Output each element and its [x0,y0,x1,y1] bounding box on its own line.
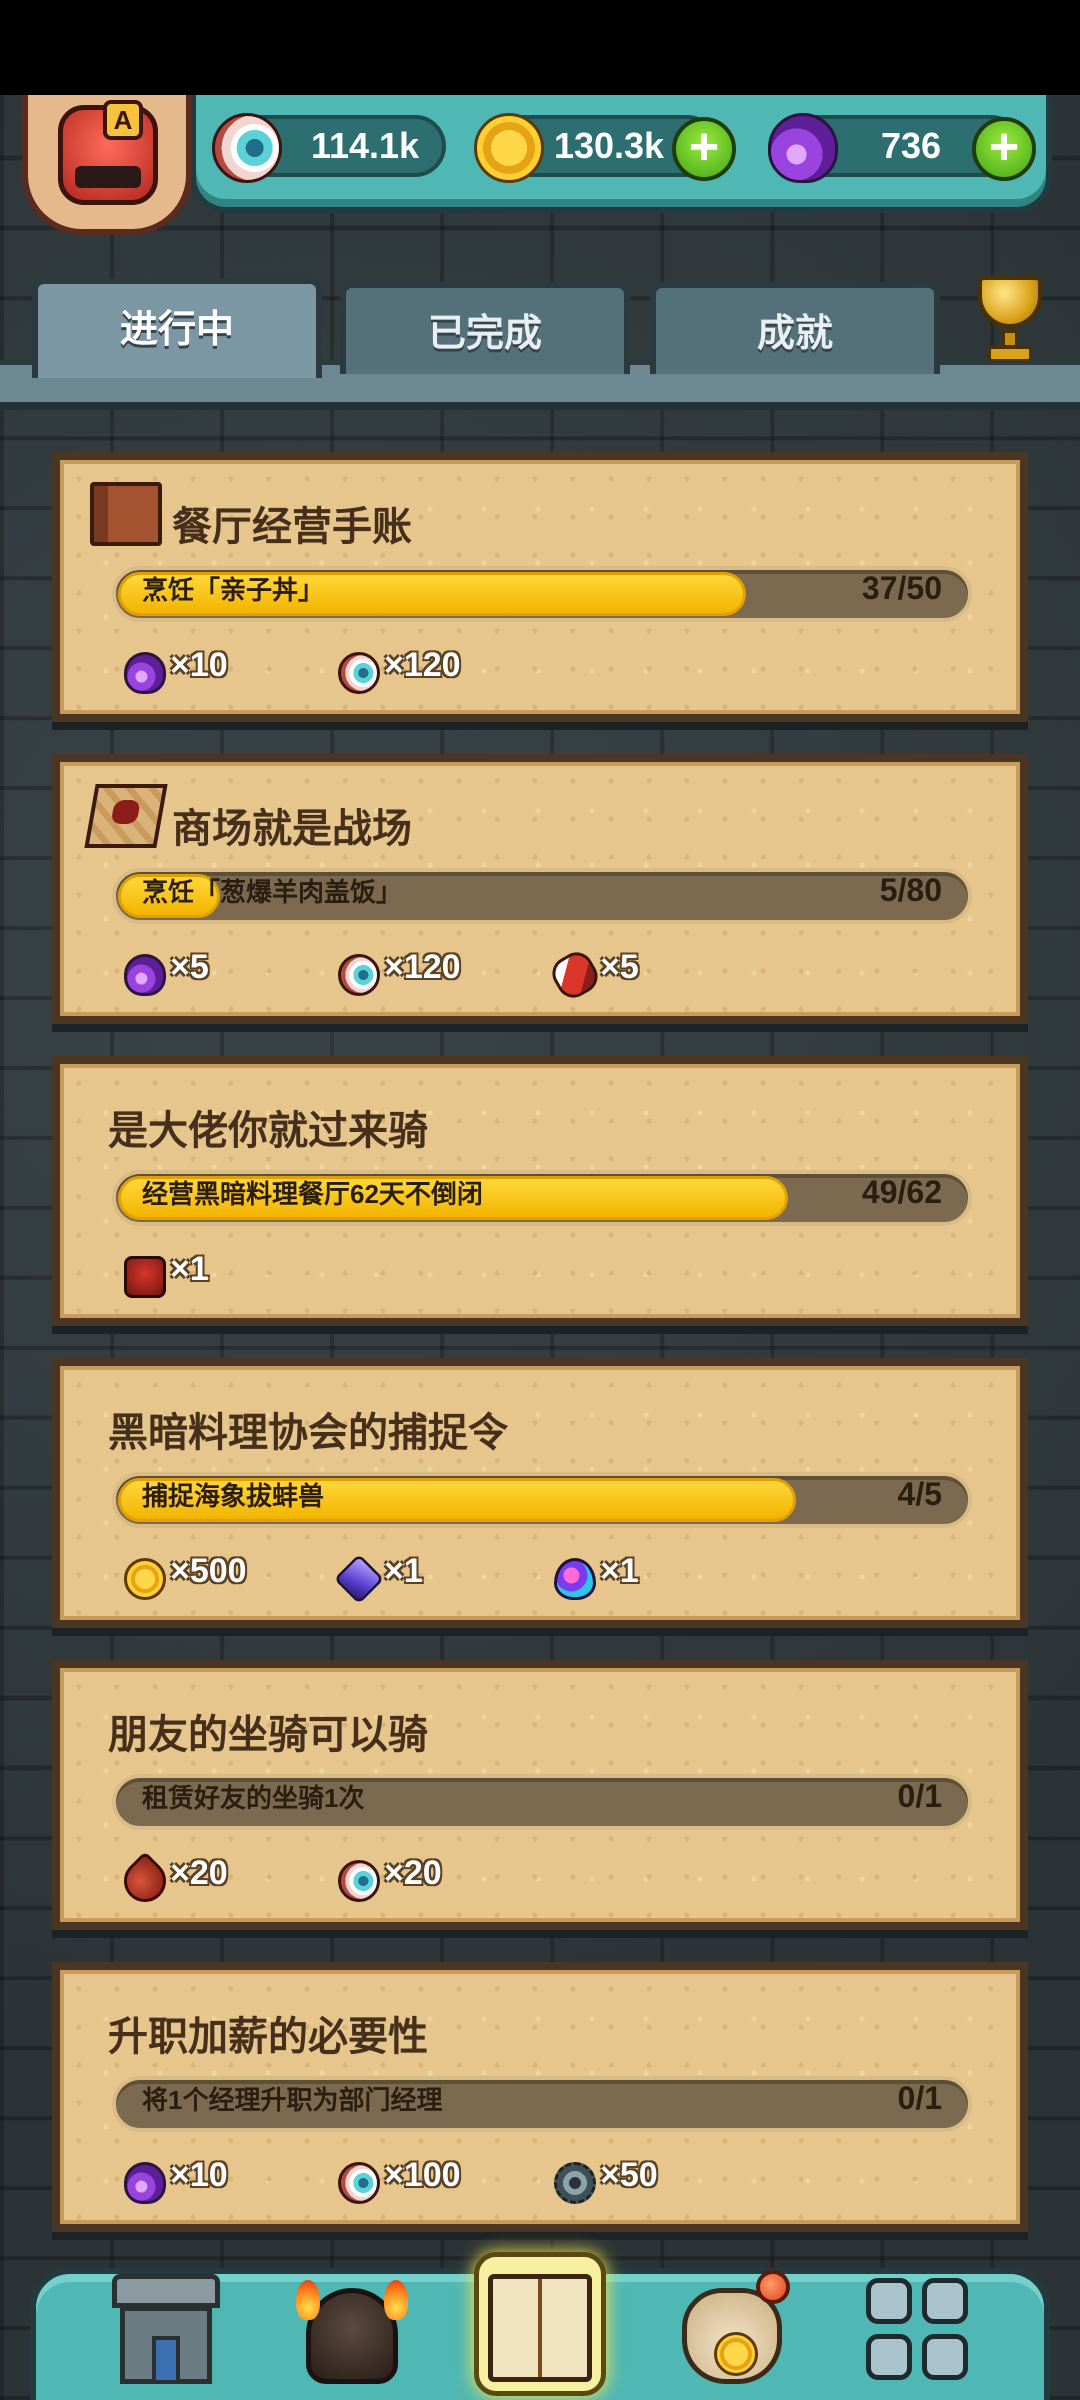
add-coins-button[interactable]: + [672,117,736,181]
quest-progress-bar: 烹饪「葱爆羊肉盖饭」 5/80 [112,868,972,924]
blood-drop-icon [115,1851,175,1911]
quest-rewards: ×10 ×120 [124,646,984,702]
add-potions-button[interactable]: + [972,117,1036,181]
money-bag-icon[interactable] [672,2262,792,2392]
eyeball-icon [338,954,380,996]
currency-header: 114.1k 130.3k + 736 + [190,95,1052,213]
eyeball-icon [338,1860,380,1902]
quest-title: 朋友的坐骑可以骑 [108,1713,428,1757]
rainbow-egg-icon [554,1558,596,1600]
quest-rewards: ×10 ×100 ×50 [124,2156,984,2212]
gold-coin-icon [474,113,544,183]
quest-progress-bar: 将1个经理升职为部门经理 0/1 [112,2076,972,2132]
reward-quantity: ×1 [600,1552,639,1590]
quest-progress-bar: 经营黑暗料理餐厅62天不倒闭 49/62 [112,1170,972,1226]
reward-quantity: ×20 [170,1854,228,1892]
quest-rewards: ×500 ×1 ×1 [124,1552,984,1608]
quest-task: 捕捉海象拔蚌兽 [142,1481,325,1511]
menu-grid-icon[interactable] [862,2262,982,2392]
crystal-icon [333,1553,385,1605]
quest-progress-bar: 租赁好友的坐骑1次 0/1 [112,1774,972,1830]
quest-task: 租赁好友的坐骑1次 [142,1783,365,1813]
tab-in-progress[interactable]: 进行中 [32,278,322,378]
reward-quantity: ×10 [170,646,228,684]
reward-quantity: ×20 [384,1854,442,1892]
quest-card[interactable]: 升职加薪的必要性将1个经理升职为部门经理 0/1 ×10 ×100 ×50 [52,1962,1028,2232]
quest-progress-bar: 烹饪「亲子丼」 37/50 [112,566,972,622]
status-bar [0,0,1080,95]
red-mount-icon [124,1256,166,1298]
notification-dot [756,2270,790,2304]
eyeball-icon [338,2162,380,2204]
reward-quantity: ×10 [170,2156,228,2194]
quest-progress-bar: 捕捉海象拔蚌兽 4/5 [112,1472,972,1528]
quest-task: 将1个经理升职为部门经理 [142,2085,443,2115]
reward-quantity: ×120 [384,948,461,986]
gold-coin-icon [124,1558,166,1600]
reward-quantity: ×120 [384,646,461,684]
quest-card[interactable]: 朋友的坐骑可以骑租赁好友的坐骑1次 0/1 ×20 ×20 [52,1660,1028,1930]
quest-book-icon[interactable] [474,2252,606,2396]
quest-card[interactable]: 餐厅经营手账烹饪「亲子丼」 37/50 ×10 ×120 [52,452,1028,722]
quest-title: 升职加薪的必要性 [108,2015,428,2059]
quest-title: 是大佬你就过来骑 [108,1109,428,1153]
gear-token-icon [554,2162,596,2204]
coins-value: 130.3k [553,125,665,166]
eyeball-icon [338,652,380,694]
reward-quantity: ×5 [170,948,209,986]
quest-rewards: ×1 [124,1250,984,1306]
quest-title: 黑暗料理协会的捕捉令 [108,1411,508,1455]
reward-quantity: ×500 [170,1552,247,1590]
reward-quantity: ×50 [600,2156,658,2194]
rank-letter: A [103,100,143,140]
monster-mouth [75,166,141,188]
reward-quantity: ×5 [600,948,639,986]
quest-title: 商场就是战场 [172,807,412,851]
monster-avatar-icon: A [58,100,158,205]
quest-task: 烹饪「葱爆羊肉盖饭」 [142,877,403,907]
journal-book-icon [90,482,162,546]
quest-count: 0/1 [897,1778,942,1814]
quest-count: 49/62 [861,1174,942,1210]
quest-count: 37/50 [861,570,942,606]
purple-potion-icon [768,113,838,183]
eyes-value: 114.1k [310,125,420,166]
purple-potion-icon [124,652,166,694]
quest-card[interactable]: 商场就是战场烹饪「葱爆羊肉盖饭」 5/80 ×5 ×120 ×5 [52,754,1028,1024]
reward-quantity: ×1 [170,1250,209,1288]
rank-badge[interactable]: A [22,95,192,235]
tab-completed[interactable]: 已完成 [340,282,630,374]
purple-potion-icon [124,954,166,996]
kitchen-pot-icon[interactable] [292,2262,412,2392]
trophy-icon[interactable] [962,270,1058,366]
restaurant-icon[interactable] [106,2262,226,2392]
quest-count: 4/5 [897,1476,942,1512]
quest-card[interactable]: 是大佬你就过来骑经营黑暗料理餐厅62天不倒闭 49/62 ×1 [52,1056,1028,1326]
quest-task: 经营黑暗料理餐厅62天不倒闭 [142,1179,483,1209]
purple-potion-icon [124,2162,166,2204]
quest-rewards: ×20 ×20 [115,1851,984,1911]
quest-count: 0/1 [897,2080,942,2116]
coins-counter: 130.3k + [474,113,736,183]
eyeball-icon [212,113,282,183]
reward-quantity: ×100 [384,2156,461,2194]
quest-title: 餐厅经营手账 [172,505,412,549]
quest-task: 烹饪「亲子丼」 [142,575,325,605]
tab-achievements[interactable]: 成就 [650,282,940,374]
potions-counter: 736 + [768,113,1036,183]
quest-rewards: ×5 ×120 ×5 [124,946,984,1004]
potions-value: 736 [880,125,942,166]
treasure-map-icon [84,784,168,848]
meat-ticket-icon [546,946,604,1004]
quest-count: 5/80 [879,872,942,908]
reward-quantity: ×1 [384,1552,423,1590]
quest-card[interactable]: 黑暗料理协会的捕捉令捕捉海象拔蚌兽 4/5 ×500 ×1 ×1 [52,1358,1028,1628]
eyes-counter: 114.1k [212,113,446,183]
